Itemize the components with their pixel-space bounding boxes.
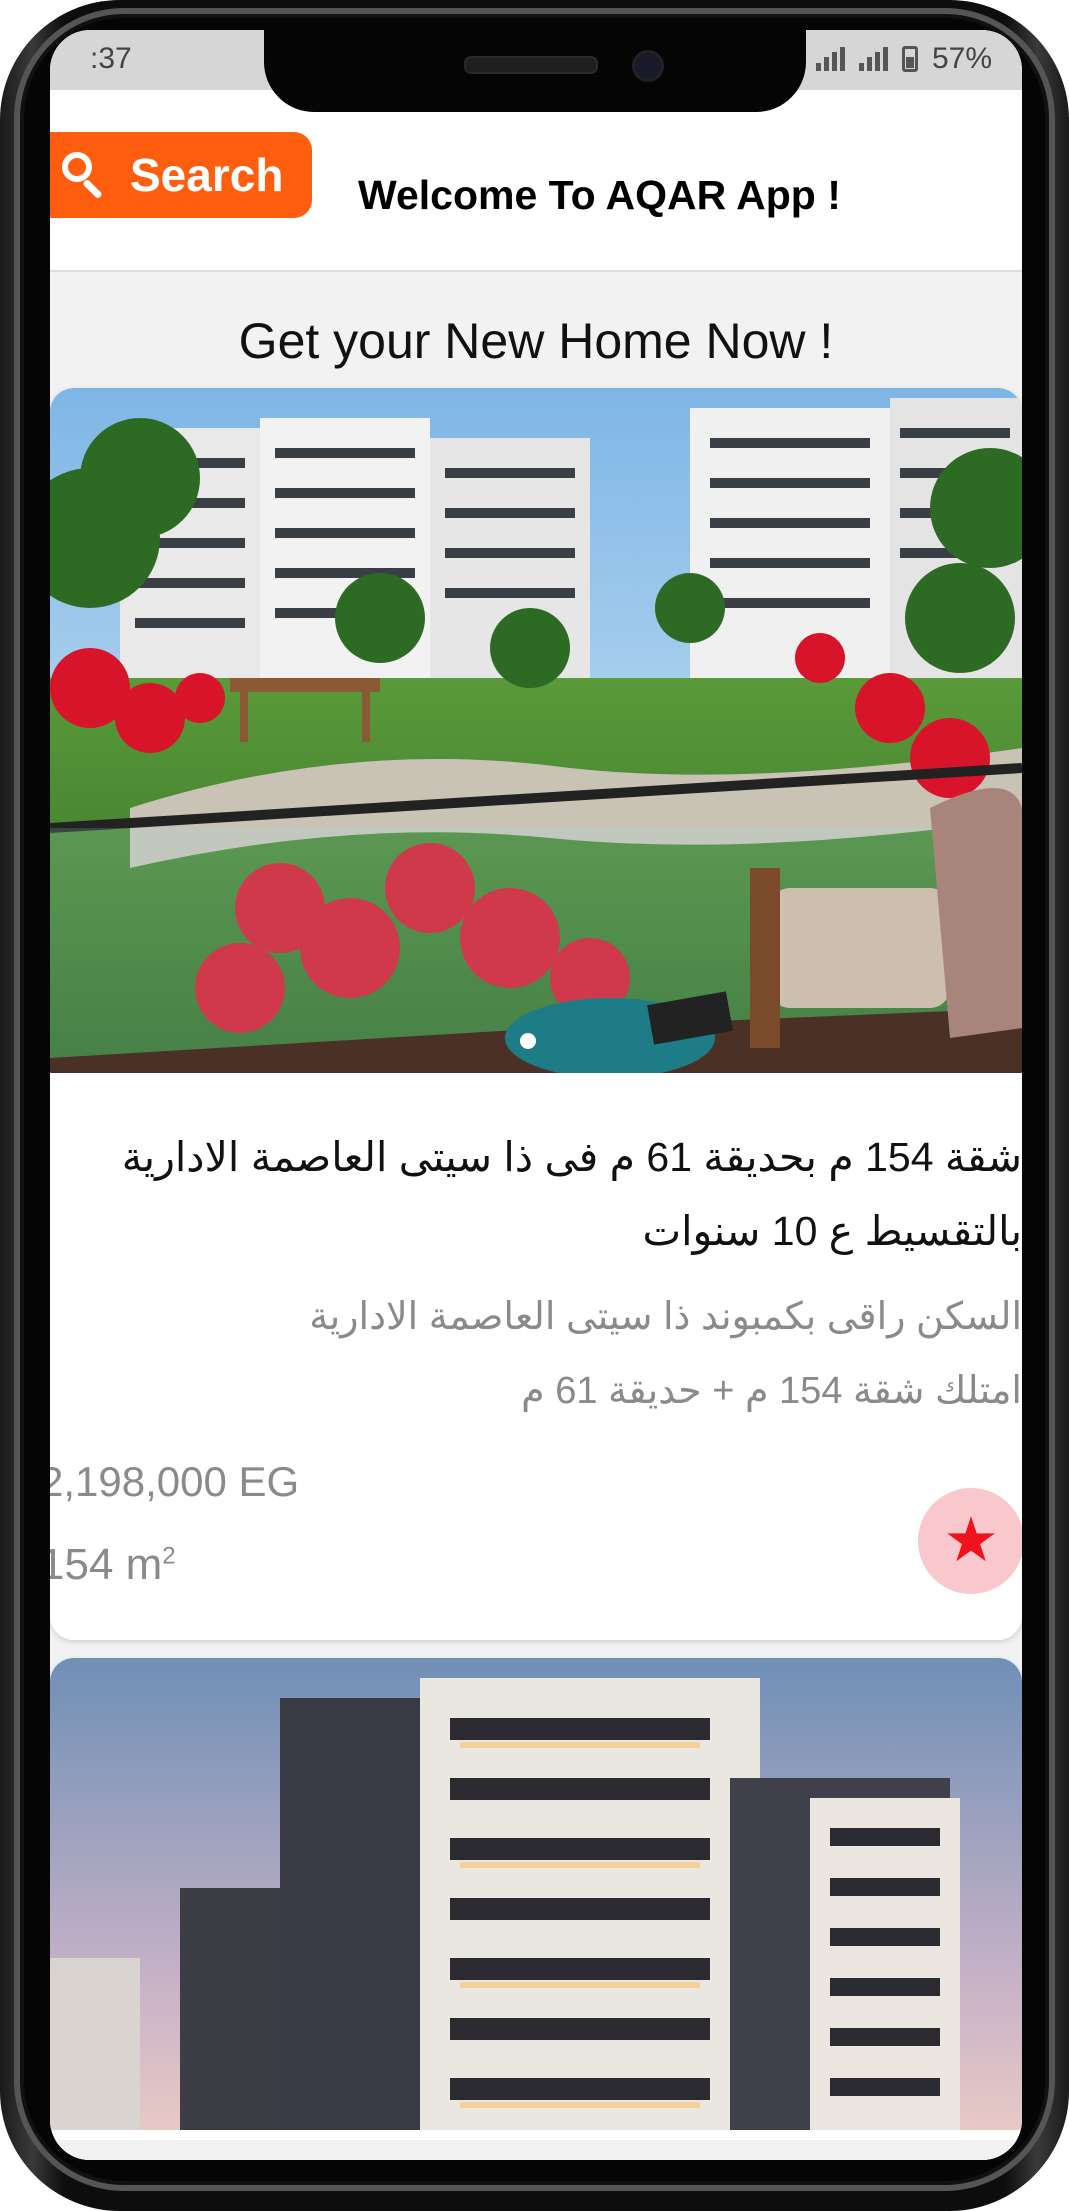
welcome-title: Welcome To AQAR App ! (358, 172, 841, 218)
listing-area: 154 m2 (50, 1540, 176, 1590)
speaker-grille (464, 56, 598, 74)
status-time: :37 (90, 42, 132, 75)
search-icon (62, 152, 108, 200)
listing-title-line1: شقة 154 م بحديقة 61 م فى ذا سيتى العاصمة… (121, 1134, 1022, 1180)
area-unit-superscript: 2 (162, 1542, 176, 1570)
card-footer-strip (50, 2140, 1022, 2160)
phone-frame: :37 57% Search Welcome To AQAR App ! Get… (0, 0, 1069, 2211)
page-subtitle: Get your New Home Now ! (238, 313, 834, 369)
listing-card-2[interactable] (50, 1658, 1022, 2160)
listing-photo[interactable] (50, 388, 1022, 1073)
status-icons: 57% (815, 42, 992, 76)
listing-description: السكن راقى بكمبوند ذا سيتى العاصمة الادا… (82, 1280, 1022, 1428)
listing-title[interactable]: شقة 154 م بحديقة 61 م فى ذا سيتى العاصمة… (82, 1120, 1022, 1268)
search-button[interactable]: Search (50, 132, 312, 218)
battery-level: 57% (931, 42, 992, 75)
favorite-button[interactable]: ★ (918, 1488, 1022, 1594)
listing-photo-2[interactable] (50, 1658, 1022, 2130)
battery-icon (901, 46, 918, 72)
front-camera (632, 50, 664, 82)
phone-notch (264, 30, 806, 112)
signal-icon-2 (858, 47, 888, 71)
listing-area-value: 154 m (50, 1540, 163, 1589)
listing-title-line2: بالتقسيط ع 10 سنوات (642, 1208, 1022, 1254)
app-header: Search Welcome To AQAR App ! (50, 90, 1022, 272)
star-icon: ★ (943, 1506, 999, 1575)
carousel-dot[interactable] (520, 1033, 536, 1049)
listing-price: 2,198,000 EG (50, 1458, 300, 1505)
listing-desc-line2: امتلك شقة 154 م + حديقة 61 م (521, 1370, 1022, 1412)
signal-icon (815, 47, 845, 71)
listing-card[interactable]: شقة 154 م بحديقة 61 م فى ذا سيتى العاصمة… (50, 388, 1022, 1640)
app-screen: :37 57% Search Welcome To AQAR App ! Get… (50, 30, 1022, 2160)
listing-desc-line1: السكن راقى بكمبوند ذا سيتى العاصمة الادا… (309, 1296, 1022, 1338)
search-button-label: Search (130, 149, 284, 201)
